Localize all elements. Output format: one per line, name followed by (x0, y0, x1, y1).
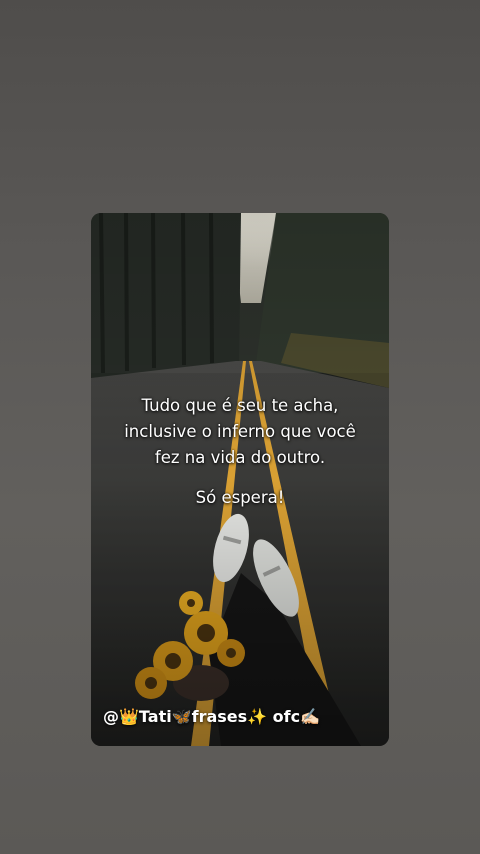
quote-line: inclusive o inferno que você (124, 422, 356, 441)
quote-line: fez na vida do outro. (154, 448, 326, 467)
quote-line: Tudo que é seu te acha, (141, 396, 339, 415)
story-card[interactable]: Tudo que é seu te acha, inclusive o infe… (91, 213, 389, 746)
quote-closing: Só espera! (195, 488, 285, 507)
author-credit: @👑Tati🦋frases✨ ofc✍🏻 (103, 707, 321, 726)
quote-text: Tudo que é seu te acha, inclusive o infe… (91, 393, 389, 511)
